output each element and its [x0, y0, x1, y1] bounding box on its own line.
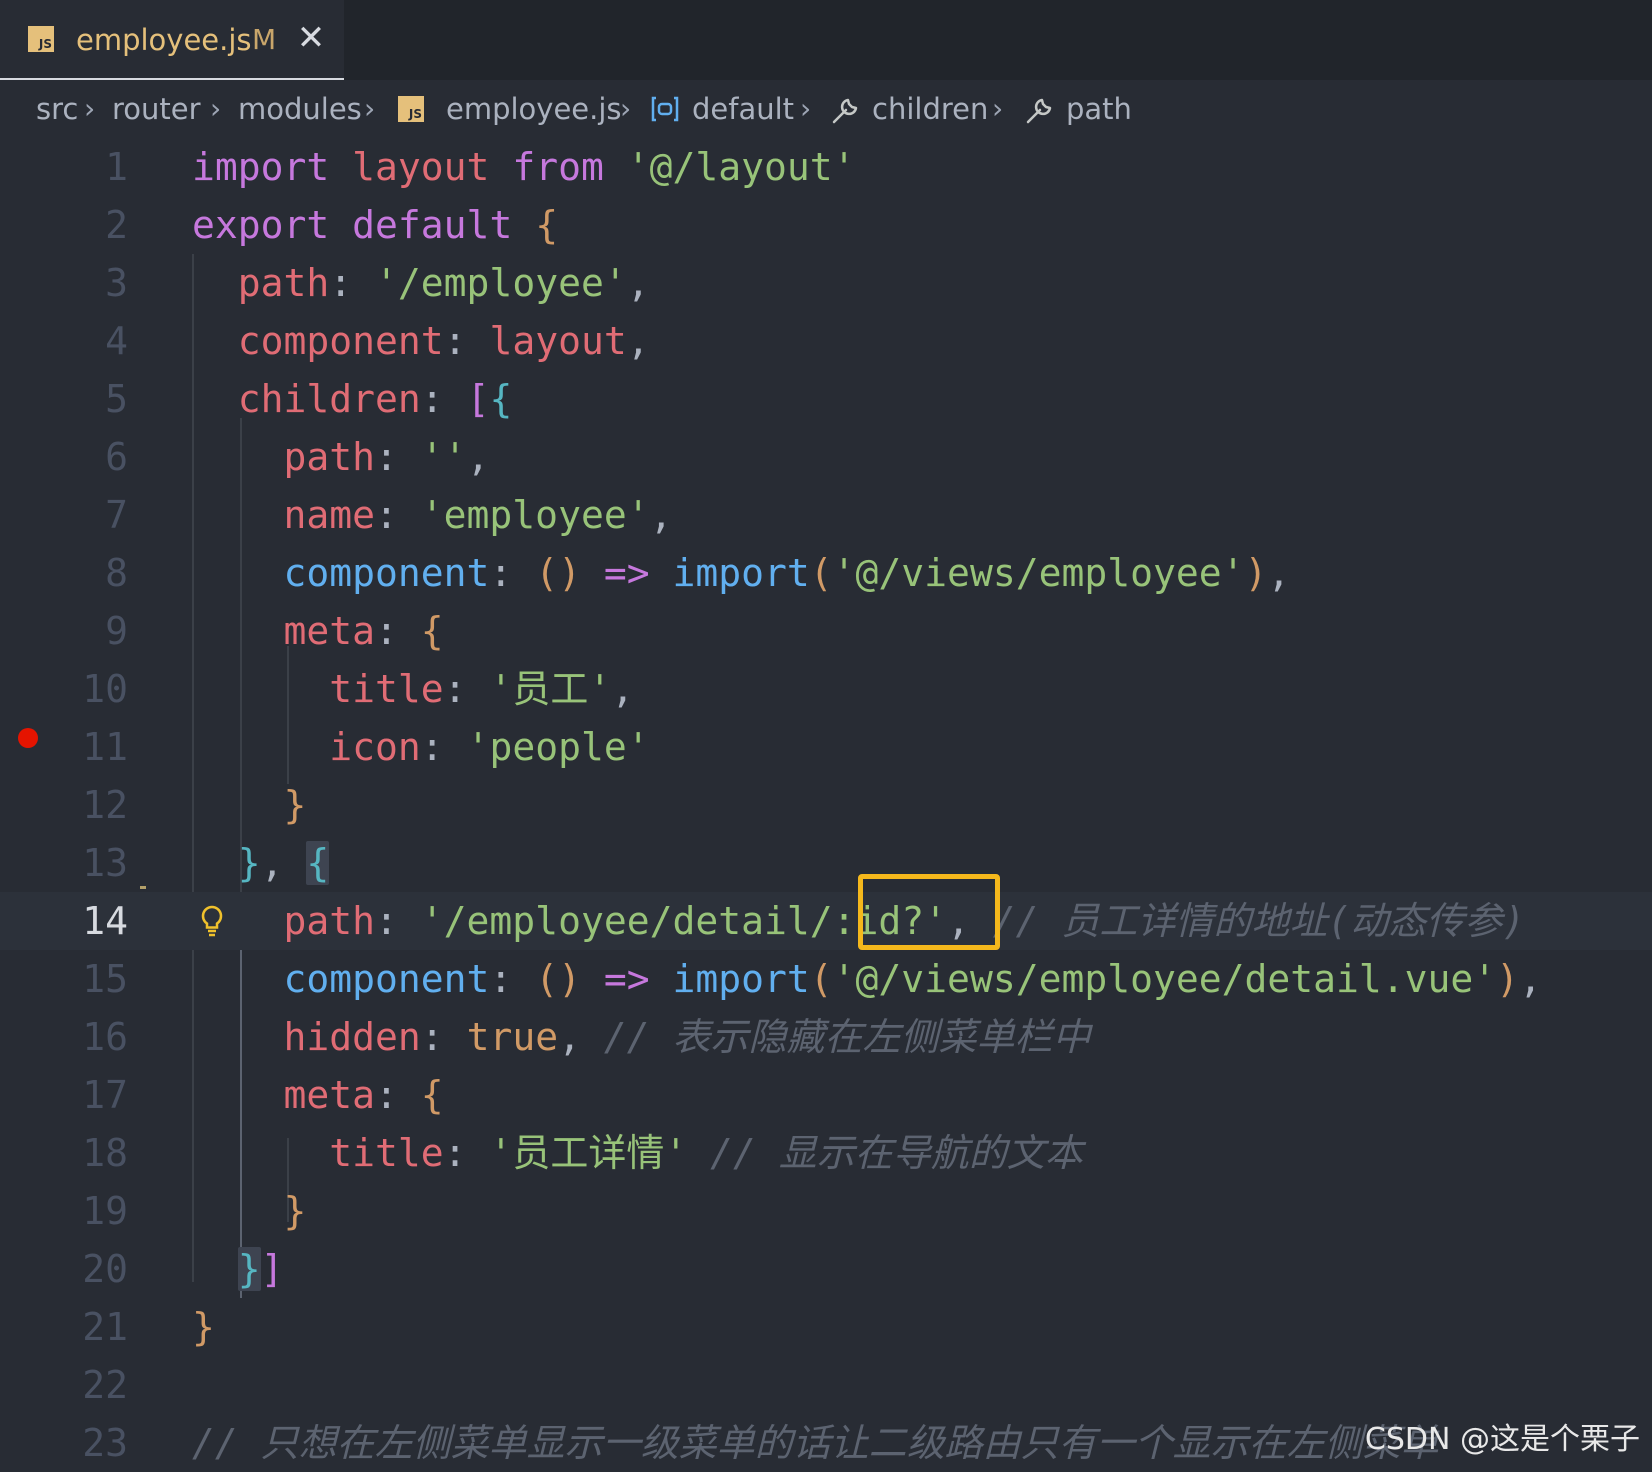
breadcrumb-item-file[interactable]: employee.js	[446, 88, 622, 130]
code-text: }, {	[237, 841, 330, 885]
line-number: 23	[82, 1421, 128, 1465]
chevron-right-icon: ›	[364, 92, 376, 125]
line-number: 17	[82, 1073, 128, 1117]
code-line-6: 6 path: '',	[0, 428, 1652, 486]
breadcrumb-item-path[interactable]: path	[1066, 88, 1132, 130]
line-number: 10	[82, 667, 128, 711]
line-number: 1	[105, 145, 128, 189]
breadcrumb-item-src[interactable]: src	[36, 88, 78, 130]
code-text: // 只想在左侧菜单显示一级菜单的话让二级路由只有一个显示在左侧菜单	[192, 1421, 1439, 1465]
line-number: 18	[82, 1131, 128, 1175]
code-text: title: '员工',	[329, 667, 635, 711]
code-line-8: 8 component: () => import('@/views/emplo…	[0, 544, 1652, 602]
breadcrumb: src › router › modules › JS employee.js …	[0, 80, 1652, 138]
breadcrumb-item-children[interactable]: children	[872, 88, 988, 130]
line-number: 3	[105, 261, 128, 305]
editor-tab-bar: JS employee.js M ✕	[0, 0, 1652, 80]
code-text: path: '',	[283, 435, 490, 479]
code-line-1: 1 import layout from '@/layout'	[0, 138, 1652, 196]
tab-modified-indicator: M	[252, 23, 277, 56]
code-text: component: () => import('@/views/employe…	[283, 957, 1542, 1001]
code-line-22: 22	[0, 1356, 1652, 1414]
line-number: 16	[82, 1015, 128, 1059]
code-line-20: 20 }]	[0, 1240, 1652, 1298]
close-icon[interactable]: ✕	[296, 18, 326, 58]
line-number: 4	[105, 319, 128, 363]
code-line-5: 5 children: [{	[0, 370, 1652, 428]
line-number: 19	[82, 1189, 128, 1233]
code-editor[interactable]: 1 import layout from '@/layout' 2 export…	[0, 138, 1652, 1468]
code-text: children: [{	[237, 377, 513, 421]
code-text: meta: {	[283, 1073, 444, 1117]
code-line-14-current: 14 path: '/employee/detail/:id?', // 员工详…	[0, 892, 1652, 950]
js-file-icon: JS	[398, 96, 424, 122]
line-number: 8	[105, 551, 128, 595]
breadcrumb-item-modules[interactable]: modules	[238, 88, 362, 130]
chevron-right-icon: ›	[800, 92, 812, 125]
line-number: 7	[105, 493, 128, 537]
code-line-15: 15 component: () => import('@/views/empl…	[0, 950, 1652, 1008]
code-text: }	[283, 783, 307, 827]
code-line-19: 19 }	[0, 1182, 1652, 1240]
code-text: meta: {	[283, 609, 444, 653]
code-line-3: 3 path: '/employee',	[0, 254, 1652, 312]
line-number: 22	[82, 1363, 128, 1407]
code-text: }	[192, 1305, 215, 1349]
line-number: 13	[82, 841, 128, 885]
code-text: title: '员工详情' // 显示在导航的文本	[329, 1131, 1083, 1175]
line-number: 20	[82, 1247, 128, 1291]
line-number: 5	[105, 377, 128, 421]
code-text: path: '/employee',	[237, 261, 650, 305]
breadcrumb-item-router[interactable]: router	[112, 88, 201, 130]
code-line-7: 7 name: 'employee',	[0, 486, 1652, 544]
code-line-4: 4 component: layout,	[0, 312, 1652, 370]
line-number: 2	[105, 203, 128, 247]
code-text: export default {	[192, 203, 559, 247]
wrench-icon	[832, 98, 858, 124]
code-line-16: 16 hidden: true, // 表示隐藏在左侧菜单栏中	[0, 1008, 1652, 1066]
chevron-right-icon: ›	[84, 92, 96, 125]
line-number: 6	[105, 435, 128, 479]
code-line-18: 18 title: '员工详情' // 显示在导航的文本	[0, 1124, 1652, 1182]
chevron-right-icon: ›	[992, 92, 1004, 125]
tab-employee-js[interactable]: JS employee.js M ✕	[0, 0, 344, 80]
line-number: 12	[82, 783, 128, 827]
code-line-21: 21 }	[0, 1298, 1652, 1356]
chevron-right-icon: ›	[620, 92, 632, 125]
code-text: name: 'employee',	[283, 493, 673, 537]
watermark: CSDN @这是个栗子	[1364, 1422, 1640, 1457]
wrench-icon	[1026, 98, 1052, 124]
line-number: 9	[105, 609, 128, 653]
code-text: import layout from '@/layout'	[192, 145, 856, 189]
code-line-11: 11 icon: 'people'	[0, 718, 1652, 776]
code-line-13: 13 }, {	[0, 834, 1652, 892]
line-number: 15	[82, 957, 128, 1001]
code-line-17: 17 meta: {	[0, 1066, 1652, 1124]
line-number: 14	[82, 899, 128, 943]
chevron-right-icon: ›	[210, 92, 222, 125]
annotation-highlight-box	[858, 874, 1000, 950]
code-line-10: 10 title: '员工',	[0, 660, 1652, 718]
line-number: 21	[82, 1305, 128, 1349]
line-number: 11	[82, 725, 128, 769]
code-line-2: 2 export default {	[0, 196, 1652, 254]
code-text: }	[283, 1189, 307, 1233]
tab-filename: employee.js	[76, 23, 252, 57]
code-line-12: 12 }	[0, 776, 1652, 834]
code-text: component: layout,	[237, 319, 650, 363]
symbol-variable-icon	[651, 96, 679, 122]
breadcrumb-item-default[interactable]: default	[692, 88, 794, 130]
code-line-9: 9 meta: {	[0, 602, 1652, 660]
code-text: component: () => import('@/views/employe…	[283, 551, 1291, 595]
code-text: icon: 'people'	[329, 725, 650, 769]
code-text: hidden: true, // 表示隐藏在左侧菜单栏中	[283, 1015, 1091, 1059]
code-text: }]	[237, 1247, 284, 1291]
js-file-icon: JS	[28, 26, 54, 52]
